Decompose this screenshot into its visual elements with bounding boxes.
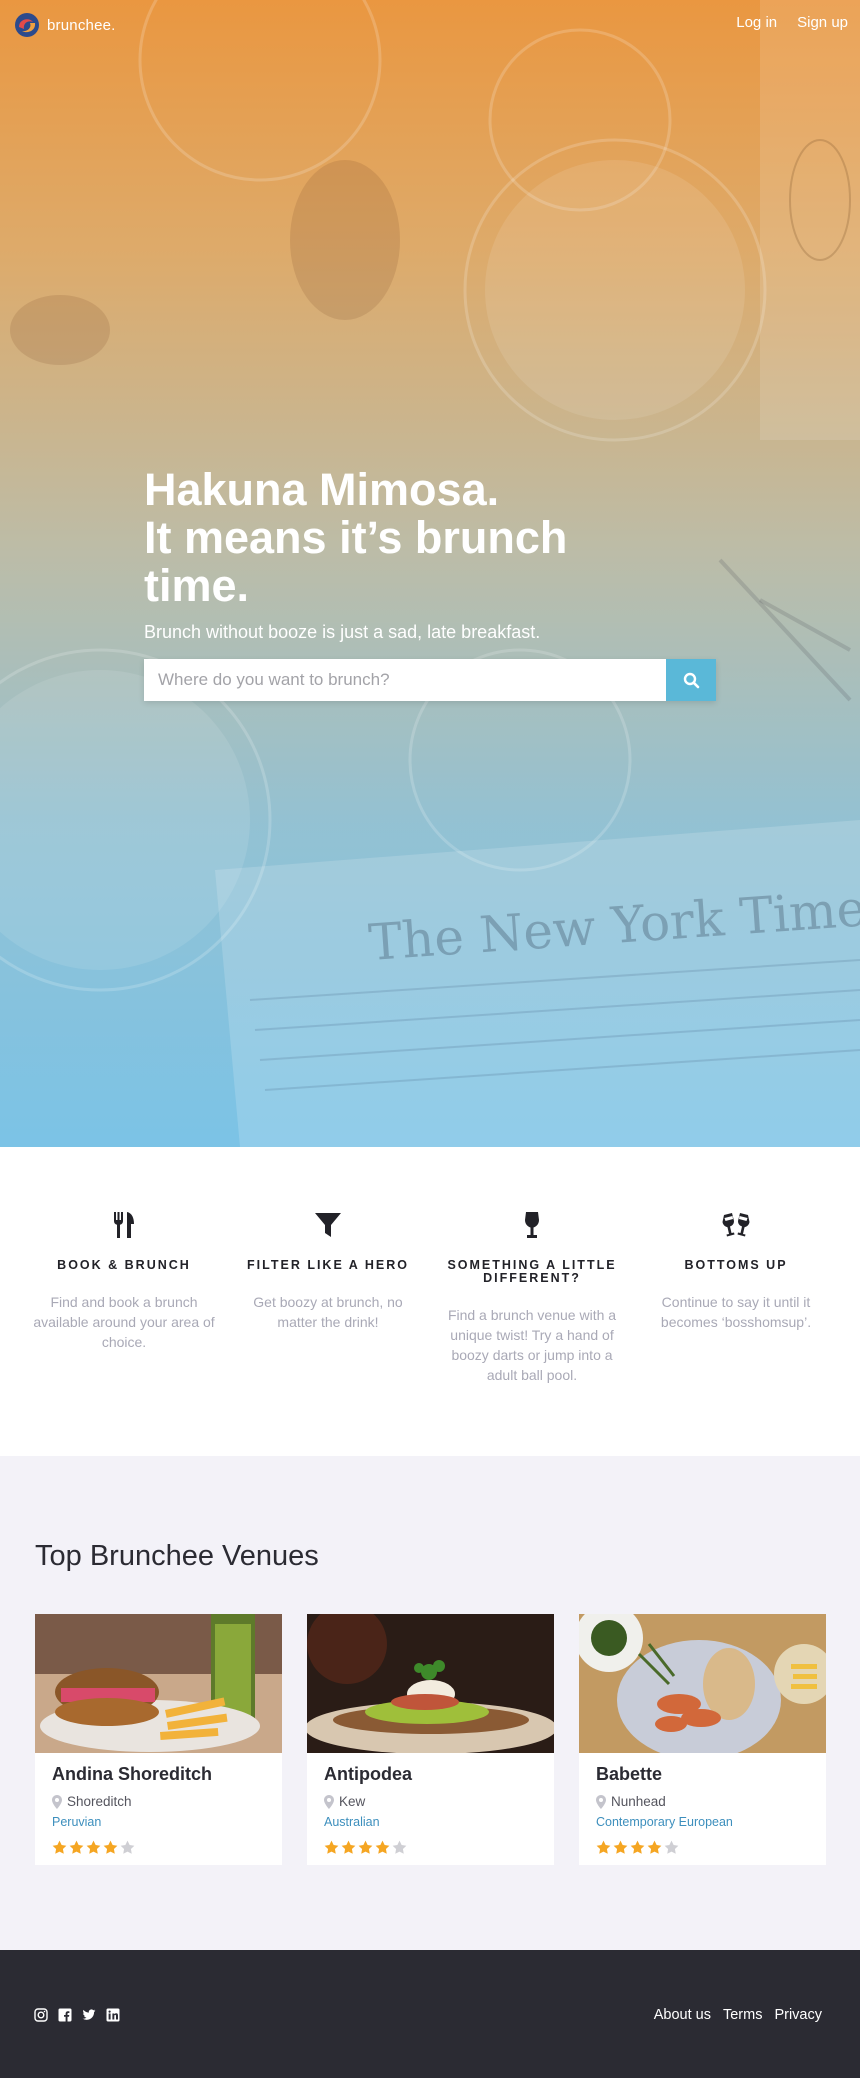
nav-links: Log in Sign up <box>736 14 848 31</box>
brunchee-logo-icon <box>15 13 39 37</box>
section-title: Top Brunchee Venues <box>35 1540 319 1572</box>
map-pin-icon <box>52 1794 62 1809</box>
feature-description: Find a brunch venue with a unique twist!… <box>447 1307 617 1383</box>
hero-subtitle: Brunch without booze is just a sad, late… <box>144 622 541 642</box>
footer-links: About us Terms Privacy <box>654 2007 822 2023</box>
star-filled-icon <box>69 1840 84 1854</box>
feature-item: Filter like a hero Get boozy at brunch, … <box>233 1209 423 1332</box>
venue-card[interactable]: Babette Nunhead Contemporary European <box>579 1614 826 1865</box>
feature-description: Continue to say it until it becomes ‘bos… <box>660 1294 812 1330</box>
venue-card[interactable]: Antipodea Kew Australian <box>307 1614 554 1865</box>
shrimp-plate-photo <box>579 1614 826 1753</box>
about-link[interactable]: About us <box>654 2007 711 2023</box>
feature-item: Bottoms up Continue to say it until it b… <box>641 1209 831 1332</box>
feature-title: Bottoms up <box>684 1258 788 1272</box>
venue-name: Babette <box>596 1764 663 1784</box>
venue-name: Antipodea <box>324 1764 412 1784</box>
star-filled-icon <box>647 1840 662 1854</box>
signup-link[interactable]: Sign up <box>797 14 848 31</box>
venue-location-text: Kew <box>339 1794 366 1809</box>
star-filled-icon <box>613 1840 628 1854</box>
venue-cuisine: Contemporary European <box>596 1815 733 1829</box>
social-links <box>34 2008 120 2022</box>
star-rating <box>596 1840 809 1855</box>
brand-name: brunchee. <box>47 16 116 34</box>
feature-title: Something a little different? <box>447 1258 617 1285</box>
wine-glass-icon <box>525 1212 539 1238</box>
top-nav: brunchee. Log in Sign up <box>0 0 860 50</box>
login-link[interactable]: Log in <box>736 14 777 31</box>
brand-logo[interactable]: brunchee. <box>14 12 116 38</box>
star-filled-icon <box>103 1840 118 1854</box>
venue-photo <box>35 1614 282 1753</box>
hero-section: The New York Times brunchee. Log in Sign… <box>0 0 860 1147</box>
venue-photo <box>307 1614 554 1753</box>
map-pin-icon <box>596 1794 606 1809</box>
star-rating <box>324 1840 537 1855</box>
terms-link[interactable]: Terms <box>723 2007 762 2023</box>
venue-cuisine: Peruvian <box>52 1815 102 1829</box>
hero-title-line-1: Hakuna Mimosa. <box>144 464 500 515</box>
star-filled-icon <box>341 1840 356 1854</box>
venue-location-text: Shoreditch <box>67 1794 132 1809</box>
linkedin-icon[interactable] <box>106 2008 120 2022</box>
search-input[interactable] <box>144 659 666 701</box>
feature-description: Find and book a brunch available around … <box>33 1294 215 1350</box>
star-empty-icon <box>392 1840 407 1854</box>
star-filled-icon <box>324 1840 339 1854</box>
feature-title: Book & Brunch <box>57 1258 191 1272</box>
star-filled-icon <box>596 1840 611 1854</box>
fork-knife-icon <box>114 1212 134 1238</box>
hero-title-line-2: It means it’s brunch <box>144 512 568 563</box>
search-bar <box>144 659 716 701</box>
features-section: Book & Brunch Find and book a brunch ava… <box>0 1147 860 1456</box>
privacy-link[interactable]: Privacy <box>774 2007 822 2023</box>
footer: About us Terms Privacy <box>0 1950 860 2078</box>
venue-cuisine: Australian <box>324 1815 380 1829</box>
star-filled-icon <box>375 1840 390 1854</box>
facebook-icon[interactable] <box>58 2008 72 2022</box>
venue-card[interactable]: Andina Shoreditch Shoreditch Peruvian <box>35 1614 282 1865</box>
top-venues-section: Top Brunchee Venues Andina Shoreditch Sh… <box>0 1456 860 1950</box>
hero-title: Hakuna Mimosa. It means it’s brunch time… <box>144 466 724 610</box>
filter-icon <box>315 1213 341 1237</box>
instagram-icon[interactable] <box>34 2008 48 2022</box>
burger-photo <box>35 1614 282 1753</box>
star-rating <box>52 1840 265 1855</box>
feature-title: Filter like a hero <box>247 1258 409 1272</box>
star-filled-icon <box>358 1840 373 1854</box>
search-button[interactable] <box>666 659 716 701</box>
cheers-icon <box>722 1213 750 1237</box>
hero-content: Hakuna Mimosa. It means it’s brunch time… <box>144 466 724 701</box>
venue-location-text: Nunhead <box>611 1794 666 1809</box>
map-pin-icon <box>324 1794 334 1809</box>
venue-location: Nunhead <box>596 1794 809 1809</box>
venue-location: Shoreditch <box>52 1794 265 1809</box>
venue-name: Andina Shoreditch <box>52 1764 213 1784</box>
star-filled-icon <box>630 1840 645 1854</box>
avocado-toast-photo <box>307 1614 554 1753</box>
feature-item: Something a little different? Find a bru… <box>437 1209 627 1385</box>
feature-description: Get boozy at brunch, no matter the drink… <box>253 1294 403 1330</box>
venue-photo <box>579 1614 826 1753</box>
twitter-icon[interactable] <box>82 2008 96 2022</box>
venue-location: Kew <box>324 1794 537 1809</box>
star-filled-icon <box>52 1840 67 1854</box>
feature-item: Book & Brunch Find and book a brunch ava… <box>29 1209 219 1352</box>
star-filled-icon <box>86 1840 101 1854</box>
star-empty-icon <box>120 1840 135 1854</box>
hero-title-line-3: time. <box>144 560 250 611</box>
search-icon <box>683 672 699 688</box>
star-empty-icon <box>664 1840 679 1854</box>
